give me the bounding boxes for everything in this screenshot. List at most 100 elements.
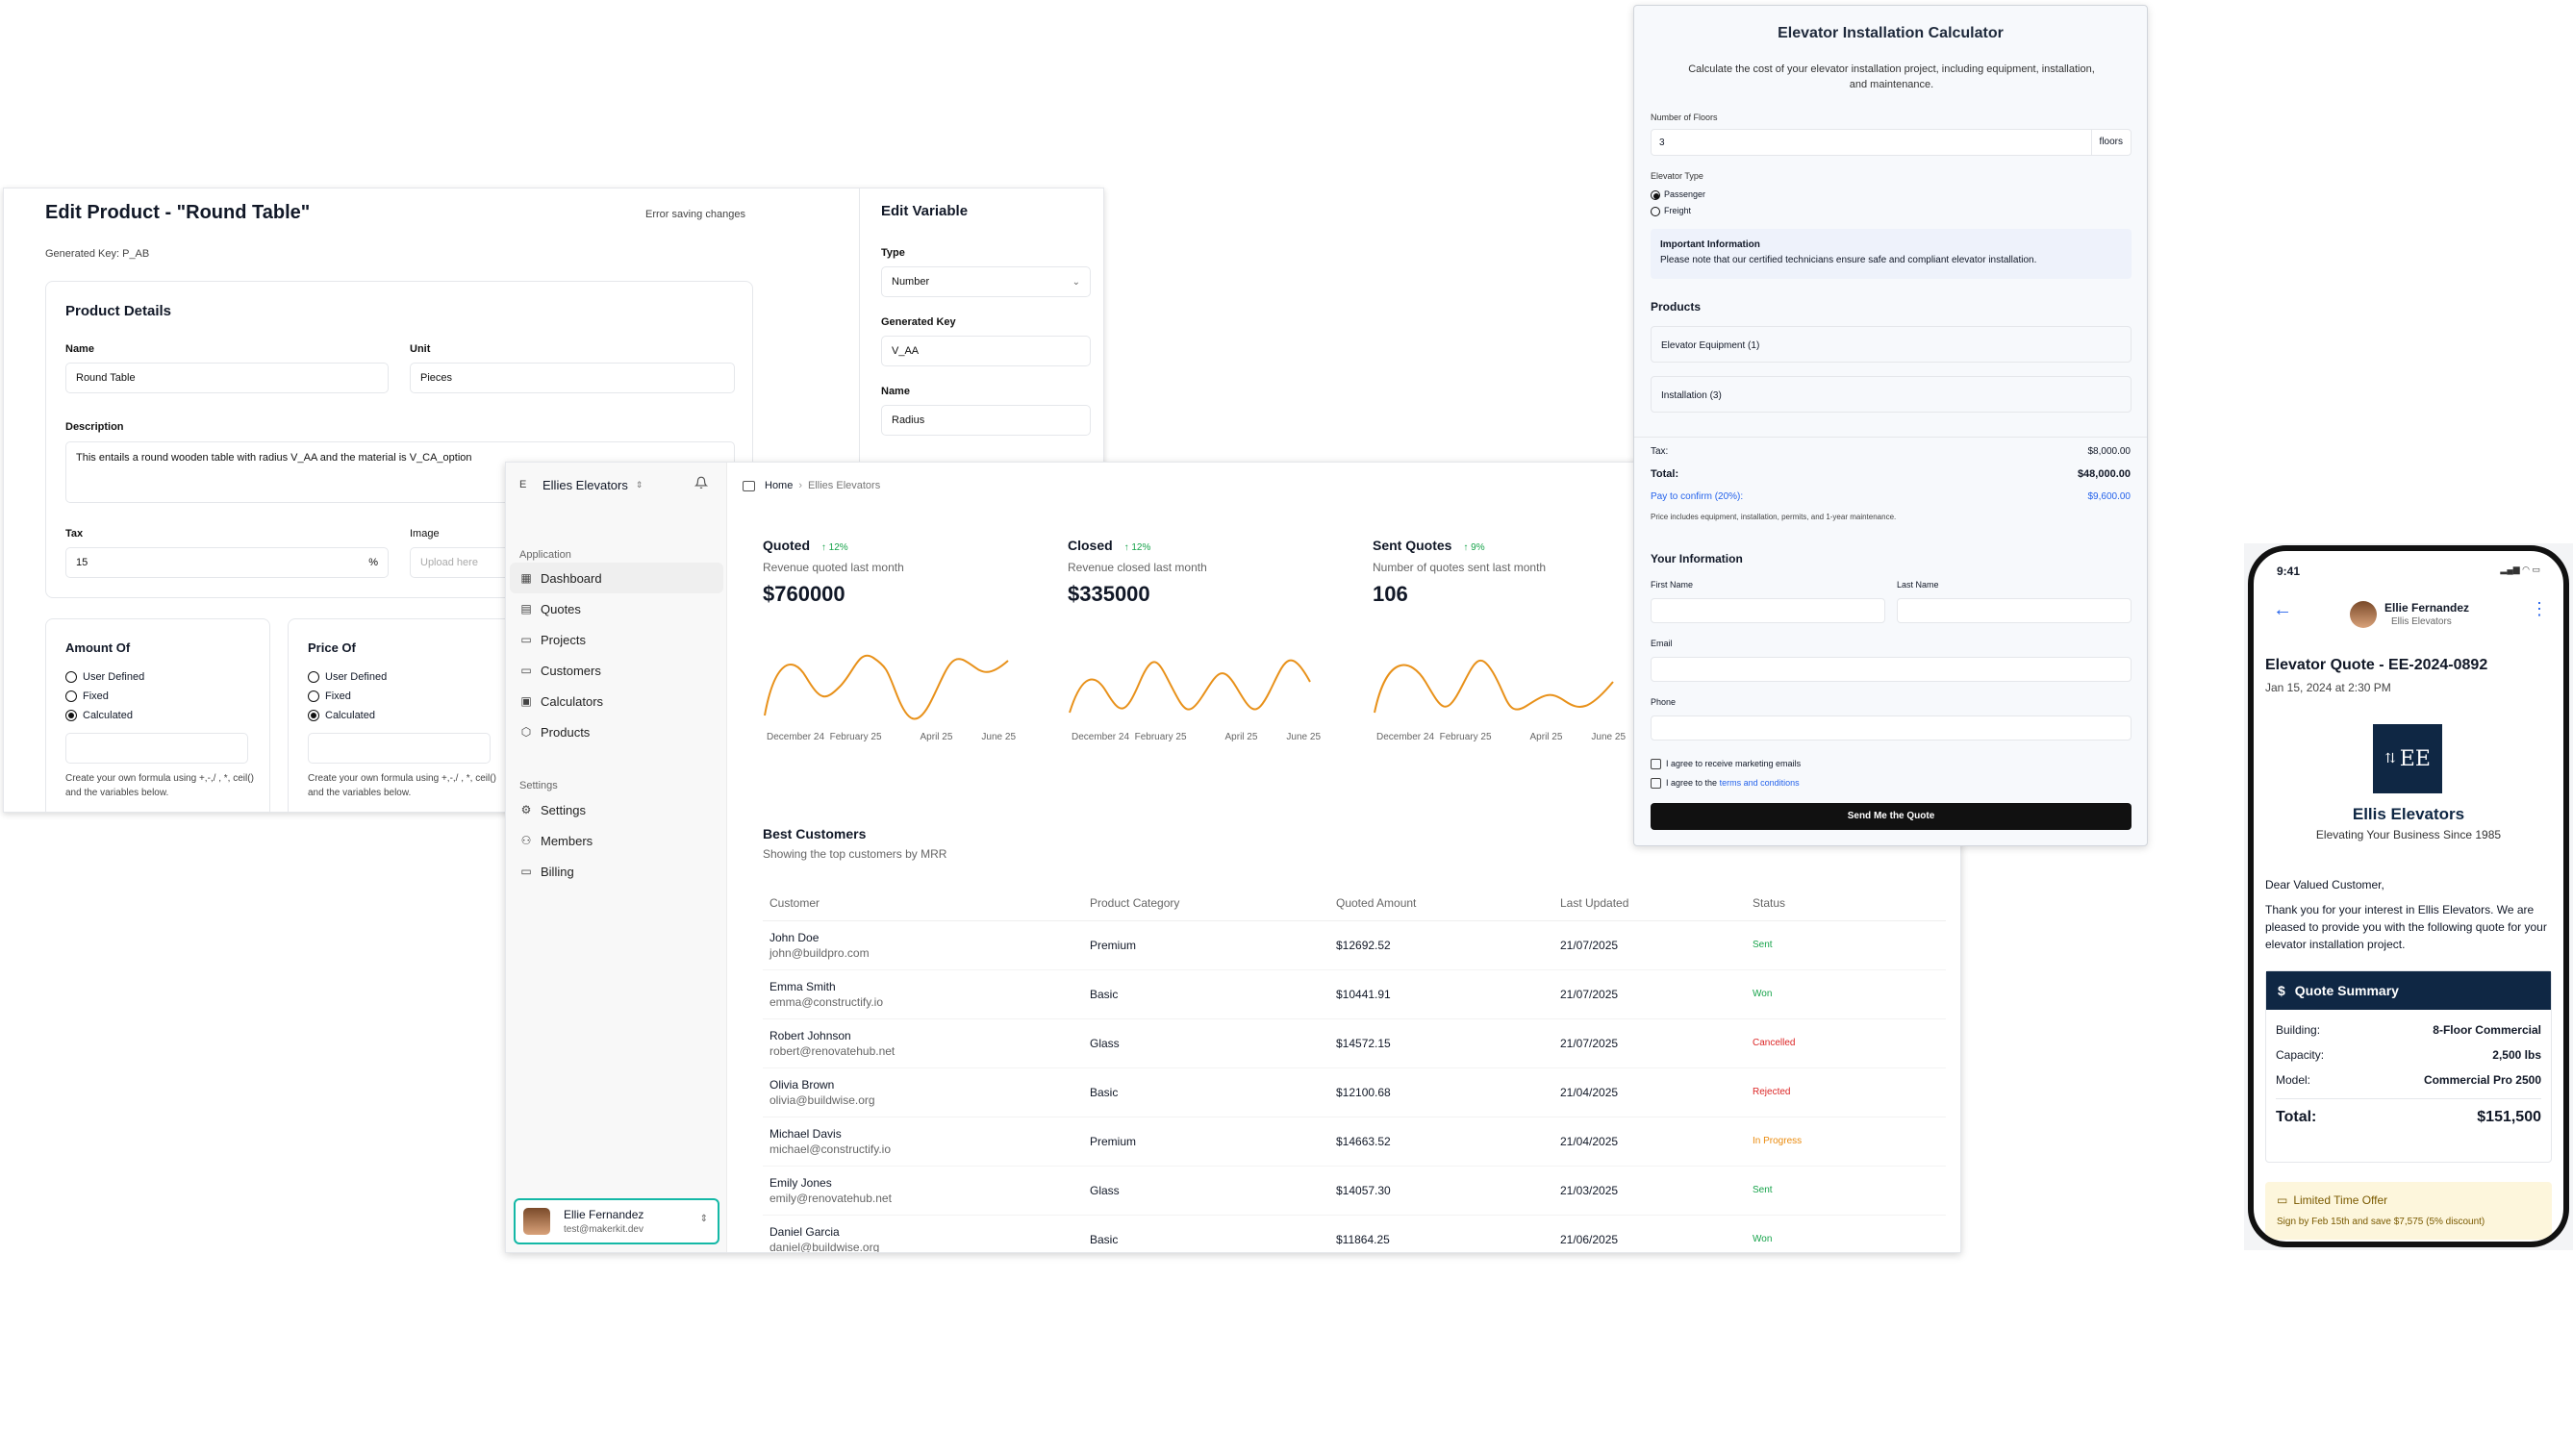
avatar: [2350, 601, 2377, 628]
type-label: Type: [881, 247, 905, 259]
user-menu[interactable]: Ellie Fernandez test@makerkit.dev ⇕: [514, 1198, 719, 1244]
amount-formula-input[interactable]: [65, 733, 248, 764]
mobile-user-name: Ellie Fernandez: [2384, 601, 2470, 615]
user-name: Ellie Fernandez: [564, 1208, 644, 1221]
sidebar-item-customers[interactable]: ▭ Customers: [510, 655, 723, 686]
sparkline-axis: December 24 February 25 April 25 June 25: [767, 732, 1017, 742]
send-quote-button[interactable]: Send Me the Quote: [1651, 803, 2132, 830]
amount-cell: $11864.25: [1336, 1215, 1560, 1252]
customer-email: emma@constructify.io: [769, 994, 883, 1009]
column-header[interactable]: Last Updated: [1560, 886, 1753, 921]
product-item[interactable]: Elevator Equipment (1): [1651, 326, 2132, 363]
customer-email: daniel@buildwise.org: [769, 1240, 880, 1253]
first-name-input[interactable]: [1651, 598, 1885, 623]
stat-card-quoted: Quoted ↑ 12% Revenue quoted last month $…: [763, 538, 1051, 759]
sidebar-item-settings[interactable]: ⚙ Settings: [510, 794, 723, 825]
dollar-icon: $: [2278, 983, 2285, 998]
table-row[interactable]: Daniel Garcia daniel@buildwise.org Basic $1…: [763, 1215, 1946, 1253]
amount-calculated-radio[interactable]: Calculated: [65, 706, 144, 725]
type-select[interactable]: Number ⌄: [881, 266, 1091, 297]
bell-icon[interactable]: [694, 476, 710, 491]
price-user-defined-radio[interactable]: User Defined: [308, 667, 387, 687]
terms-checkbox[interactable]: I agree to the terms and conditions: [1651, 778, 1800, 790]
your-info-title: Your Information: [1651, 552, 1743, 565]
org-switcher[interactable]: E Ellies Elevators ⇕: [519, 472, 643, 497]
status-icons: ▂▄▆ ◠ ▭: [2500, 565, 2540, 574]
category-cell: Glass: [1090, 1166, 1336, 1216]
sidebar-item-calculators[interactable]: ▣ Calculators: [510, 686, 723, 716]
price-calculated-radio[interactable]: Calculated: [308, 706, 387, 725]
price-formula-input[interactable]: [308, 733, 491, 764]
name-input[interactable]: Round Table: [65, 363, 389, 393]
chevron-updown-icon: ⇕: [699, 1214, 708, 1224]
table-row[interactable]: Olivia Brown olivia@buildwise.org Basic $12…: [763, 1067, 1946, 1117]
amount-cell: $14057.30: [1336, 1166, 1560, 1216]
amount-help-text: Create your own formula using +,-,/ , *,…: [65, 773, 254, 798]
terms-link[interactable]: terms and conditions: [1720, 778, 1800, 788]
customer-cell: Daniel Garcia daniel@buildwise.org: [763, 1215, 1090, 1253]
customers-title: Best Customers: [763, 826, 867, 841]
avatar: [523, 1208, 550, 1235]
customer-email: olivia@buildwise.org: [769, 1092, 875, 1107]
amount-cell: $14663.52: [1336, 1117, 1560, 1167]
table-row[interactable]: Robert Johnson robert@renovatehub.net Glas…: [763, 1018, 1946, 1068]
column-header[interactable]: Product Category: [1090, 886, 1336, 921]
status-badge: Cancelled: [1753, 1018, 1946, 1068]
sidebar-item-projects[interactable]: ▭ Projects: [510, 624, 723, 655]
amount-fixed-radio[interactable]: Fixed: [65, 687, 144, 706]
last-name-input[interactable]: [1897, 598, 2132, 623]
elevator-type-label: Elevator Type: [1651, 171, 1703, 181]
stat-value: $335000: [1068, 582, 1150, 606]
stat-subtitle: Revenue closed last month: [1068, 561, 1207, 574]
mobile-screen: 9:41 ▂▄▆ ◠ ▭ ← Ellie Fernandez Ellis Ele…: [2248, 545, 2569, 1247]
quote-date: Jan 15, 2024 at 2:30 PM: [2265, 681, 2391, 694]
section-title: Product Details: [65, 303, 172, 319]
table-header: Customer Product Category Quoted Amount …: [763, 886, 1946, 921]
customer-cell: John Doe john@buildpro.com: [763, 920, 1090, 970]
sidebar-item-members[interactable]: ⚇ Members: [510, 825, 723, 856]
org-initial: E: [519, 479, 527, 490]
marketing-checkbox[interactable]: I agree to receive marketing emails: [1651, 759, 1801, 770]
generated-key-input[interactable]: V_AA: [881, 336, 1091, 366]
sidebar-item-quotes[interactable]: ▤ Quotes: [510, 593, 723, 624]
customer-cell: Emma Smith emma@constructify.io: [763, 969, 1090, 1019]
table-row[interactable]: John Doe john@buildpro.com Premium $12692.5…: [763, 920, 1946, 970]
calculator-window: Elevator Installation Calculator Calcula…: [1633, 5, 2148, 846]
amount-user-defined-radio[interactable]: User Defined: [65, 667, 144, 687]
amount-cell: $12100.68: [1336, 1067, 1560, 1117]
breadcrumb-home[interactable]: Home: [765, 480, 793, 491]
summary-row: Capacity: 2,500 lbs: [2276, 1048, 2541, 1062]
phone-input[interactable]: [1651, 715, 2132, 741]
stat-title: Sent Quotes: [1373, 538, 1452, 553]
more-icon[interactable]: ⋮: [2531, 599, 2548, 619]
company-logo: ⇅ EE: [2373, 724, 2442, 793]
email-input[interactable]: [1651, 657, 2132, 682]
sidebar-toggle-icon[interactable]: [743, 480, 755, 491]
status-badge: Won: [1753, 1215, 1946, 1252]
unit-input[interactable]: Pieces: [410, 363, 735, 393]
sidebar-item-billing[interactable]: ▭ Billing: [510, 856, 723, 887]
customer-email: robert@renovatehub.net: [769, 1043, 896, 1058]
table-row[interactable]: Emma Smith emma@constructify.io Basic $1044…: [763, 969, 1946, 1019]
sidebar-item-dashboard[interactable]: ▦ Dashboard: [510, 563, 723, 593]
column-header[interactable]: Quoted Amount: [1336, 886, 1560, 921]
table-row[interactable]: Emily Jones emily@renovatehub.net Glass $14…: [763, 1166, 1946, 1216]
message: Thank you for your interest in Ellis Ele…: [2265, 903, 2547, 951]
tax-input[interactable]: 15 %: [65, 547, 389, 578]
back-arrow-icon[interactable]: ←: [2273, 599, 2292, 621]
passenger-radio[interactable]: Passenger: [1651, 187, 1705, 203]
breadcrumb-org[interactable]: Ellies Elevators: [808, 480, 880, 491]
sidebar-item-products[interactable]: ⬡ Products: [510, 716, 723, 747]
image-label: Image: [410, 528, 440, 540]
price-fixed-radio[interactable]: Fixed: [308, 687, 387, 706]
customers-subtitle: Showing the top customers by MRR: [763, 847, 947, 861]
table-row[interactable]: Michael Davis michael@constructify.io Prem…: [763, 1117, 1946, 1167]
column-header[interactable]: Customer: [763, 886, 1090, 921]
freight-radio[interactable]: Freight: [1651, 203, 1705, 219]
column-header[interactable]: Status: [1753, 886, 1946, 921]
variable-name-input[interactable]: Radius: [881, 405, 1091, 436]
product-item[interactable]: Installation (3): [1651, 376, 2132, 413]
brand-tagline: Elevating Your Business Since 1985: [2315, 828, 2502, 841]
customer-email: john@buildpro.com: [769, 945, 870, 960]
floors-input[interactable]: 3 floors: [1651, 129, 2132, 156]
